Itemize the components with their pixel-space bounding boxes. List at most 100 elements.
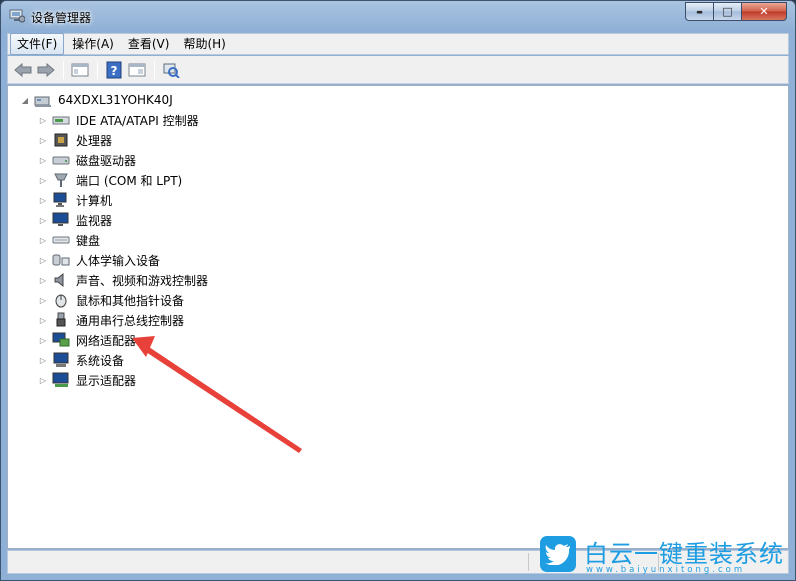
expand-chevron-icon[interactable]: ▷ (38, 135, 48, 145)
expand-chevron-icon[interactable]: ▷ (38, 315, 48, 325)
status-bar-divider (528, 553, 529, 571)
maximize-button[interactable]: □ (713, 2, 741, 21)
expand-chevron-icon[interactable]: ▷ (38, 275, 48, 285)
tree-item-label: 处理器 (76, 133, 113, 148)
properties-icon (128, 63, 146, 76)
help-button[interactable]: ? (103, 59, 125, 81)
title-bar[interactable]: 设备管理器 ▬ □ ✕ (1, 1, 795, 31)
window-controls: ▬ □ ✕ (685, 2, 787, 21)
tree-item-label: 显示适配器 (76, 373, 137, 388)
tree-item-label: 磁盘驱动器 (76, 153, 137, 168)
scan-hardware-button[interactable] (160, 59, 182, 81)
expand-chevron-icon[interactable]: ▷ (38, 195, 48, 205)
tree-item-mouse[interactable]: ▷ 鼠标和其他指针设备 (38, 290, 208, 310)
expand-chevron-icon[interactable]: ▷ (38, 355, 48, 365)
tree-item-label: 键盘 (76, 233, 101, 248)
menu-bar: 文件(F) 操作(A) 查看(V) 帮助(H) (7, 33, 789, 55)
display-adapter-icon (52, 372, 70, 388)
menu-view[interactable]: 查看(V) (122, 34, 176, 54)
device-category-list: ▷ IDE ATA/ATAPI 控制器 ▷ 处理器 ▷ 磁盘驱动器 ▷ 端口 (… (38, 110, 208, 390)
tree-item-processor[interactable]: ▷ 处理器 (38, 130, 208, 150)
system-device-icon (52, 352, 70, 368)
back-button[interactable] (12, 59, 34, 81)
close-button[interactable]: ✕ (741, 2, 787, 21)
window-title: 设备管理器 (31, 11, 92, 25)
hid-icon (52, 252, 70, 268)
expand-chevron-icon[interactable]: ▷ (38, 215, 48, 225)
tree-item-computer[interactable]: ▷ 计算机 (38, 190, 208, 210)
device-manager-app-icon (9, 9, 26, 23)
expand-chevron-icon[interactable]: ▷ (38, 295, 48, 305)
port-icon (52, 172, 70, 188)
expand-chevron-icon[interactable]: ▷ (38, 155, 48, 165)
computer-icon (52, 192, 70, 208)
mouse-icon (52, 292, 70, 308)
expand-chevron-icon[interactable]: ▷ (38, 115, 48, 125)
minimize-button[interactable]: ▬ (685, 2, 713, 21)
close-icon: ✕ (759, 5, 769, 18)
tree-item-hid[interactable]: ▷ 人体学输入设备 (38, 250, 208, 270)
network-adapter-icon (52, 332, 70, 348)
tree-item-network-adapter[interactable]: ▷ 网络适配器 (38, 330, 208, 350)
tree-item-label: 系统设备 (76, 353, 125, 368)
expand-chevron-icon[interactable]: ▷ (38, 375, 48, 385)
back-icon (14, 62, 32, 77)
tree-root-label: 64XDXL31YOHK40J (58, 93, 173, 107)
show-hide-console-tree-button[interactable] (69, 59, 91, 81)
watermark-title: 白云一键重装系统 (584, 540, 784, 568)
tree-item-keyboard[interactable]: ▷ 键盘 (38, 230, 208, 250)
forward-button[interactable] (35, 59, 57, 81)
tree-item-ports[interactable]: ▷ 端口 (COM 和 LPT) (38, 170, 208, 190)
tree-item-sound-video-game[interactable]: ▷ 声音、视频和游戏控制器 (38, 270, 208, 290)
menu-action[interactable]: 操作(A) (66, 34, 120, 54)
keyboard-icon (52, 232, 70, 248)
tree-item-label: IDE ATA/ATAPI 控制器 (76, 113, 199, 128)
tree-item-usb[interactable]: ▷ 通用串行总线控制器 (38, 310, 208, 330)
tree-item-label: 通用串行总线控制器 (76, 313, 185, 328)
tree-item-ide-controller[interactable]: ▷ IDE ATA/ATAPI 控制器 (38, 110, 208, 130)
tree-item-label: 声音、视频和游戏控制器 (76, 273, 209, 288)
expand-chevron-icon[interactable]: ▷ (38, 335, 48, 345)
svg-text:?: ? (111, 64, 118, 78)
properties-button[interactable] (126, 59, 148, 81)
device-manager-window: 设备管理器 ▬ □ ✕ 文件(F) 操作(A) 查看(V) 帮助(H) ? ◢ … (0, 0, 796, 581)
computer-icon (34, 92, 52, 108)
toolbar-separator (154, 60, 155, 79)
monitor-icon (52, 212, 70, 228)
toolbar-separator (97, 60, 98, 79)
processor-icon (52, 132, 70, 148)
minimize-icon: ▬ (696, 7, 703, 16)
expand-chevron-icon[interactable]: ▷ (38, 175, 48, 185)
menu-help[interactable]: 帮助(H) (177, 34, 231, 54)
toolbar-separator (63, 60, 64, 79)
show-hide-console-tree-icon (71, 63, 89, 76)
menu-file[interactable]: 文件(F) (10, 33, 65, 55)
toolbar: ? (7, 56, 789, 84)
bird-logo-icon (540, 536, 576, 572)
tree-item-disk-drive[interactable]: ▷ 磁盘驱动器 (38, 150, 208, 170)
tree-item-label: 端口 (COM 和 LPT) (76, 173, 183, 188)
tree-item-label: 鼠标和其他指针设备 (76, 293, 185, 308)
disk-drive-icon (52, 152, 70, 168)
ide-controller-icon (52, 112, 70, 128)
watermark-url: www.baiyunxitong.com (586, 565, 746, 575)
tree-item-label: 人体学输入设备 (76, 253, 161, 268)
speaker-icon (52, 272, 70, 288)
tree-item-monitor[interactable]: ▷ 监视器 (38, 210, 208, 230)
tree-item-system-devices[interactable]: ▷ 系统设备 (38, 350, 208, 370)
tree-item-label: 监视器 (76, 213, 113, 228)
scan-hardware-icon (163, 63, 180, 78)
tree-item-label: 计算机 (76, 193, 113, 208)
watermark: 白云一键重装系统 www.baiyunxitong.com (540, 534, 790, 578)
expand-chevron-icon[interactable]: ▷ (38, 235, 48, 245)
help-icon: ? (106, 61, 122, 78)
forward-icon (37, 62, 55, 77)
expand-chevron-icon[interactable]: ▷ (38, 255, 48, 265)
tree-item-label: 网络适配器 (76, 333, 137, 348)
maximize-icon: □ (722, 5, 733, 18)
device-tree[interactable]: ◢ 64XDXL31YOHK40J ▷ IDE ATA/ATAPI 控制器 ▷ … (7, 85, 789, 549)
tree-item-display-adapter[interactable]: ▷ 显示适配器 (38, 370, 208, 390)
usb-icon (52, 312, 70, 328)
collapse-chevron-icon[interactable]: ◢ (20, 95, 30, 105)
tree-root-node[interactable]: ◢ 64XDXL31YOHK40J (20, 90, 173, 110)
